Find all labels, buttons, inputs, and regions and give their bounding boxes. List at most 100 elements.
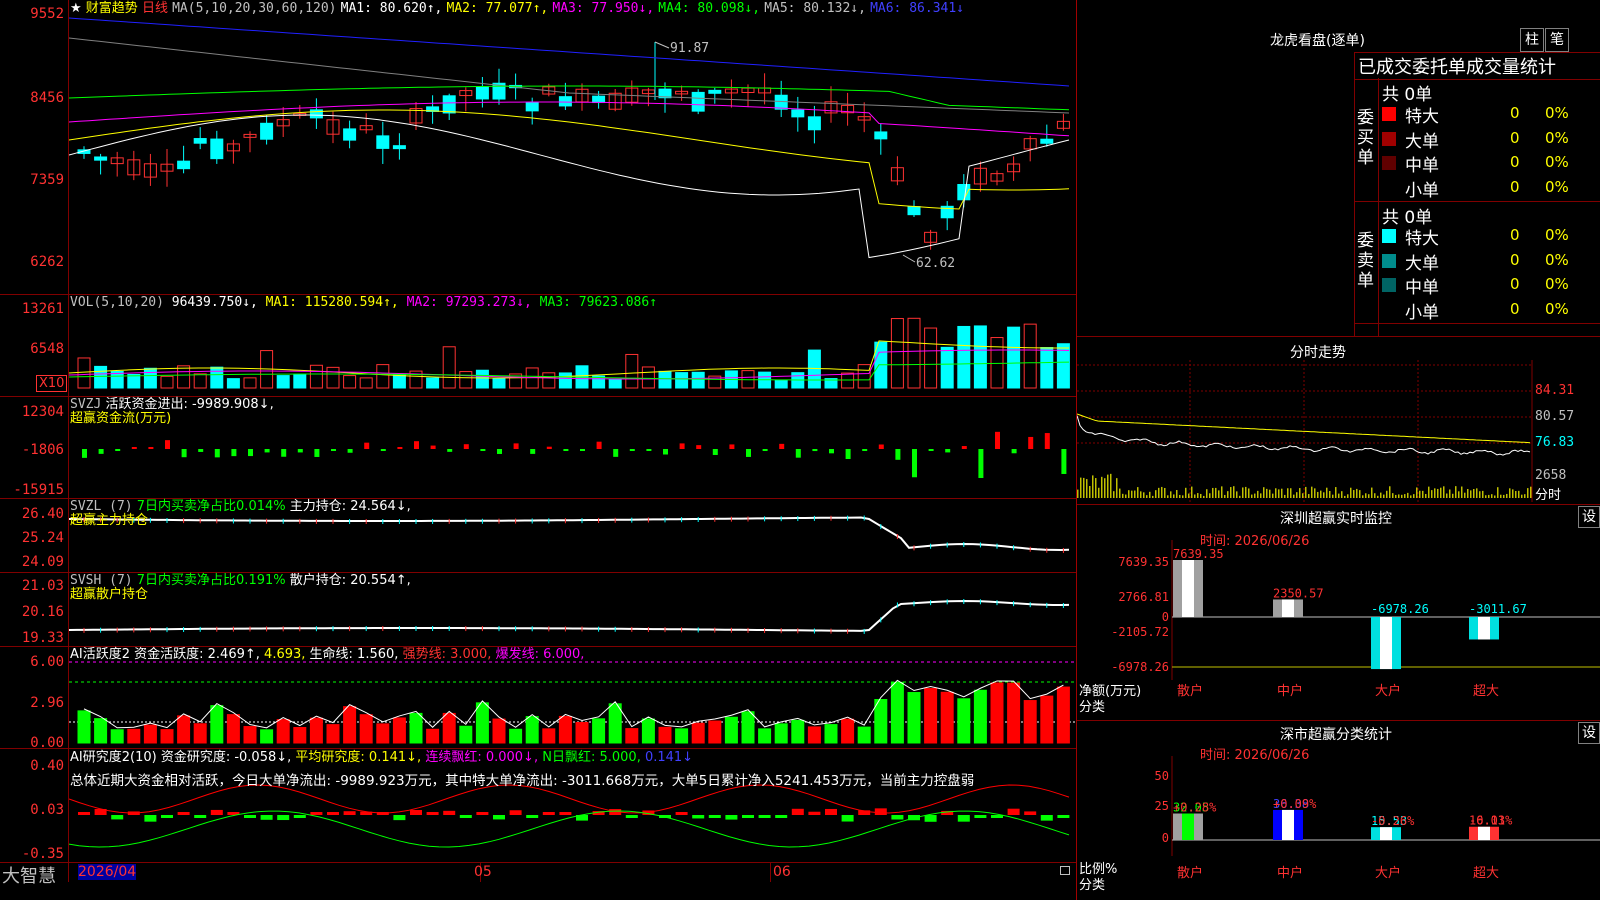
lhb-title: 龙虎看盘(逐单) bbox=[1270, 33, 1365, 49]
activity-bar bbox=[193, 723, 207, 744]
kline-candle bbox=[807, 116, 821, 131]
volume-bar bbox=[426, 377, 440, 389]
fund-flow-bar bbox=[463, 444, 469, 449]
research-line-green bbox=[69, 810, 1070, 848]
research-bar bbox=[277, 815, 290, 821]
activity-bar bbox=[293, 727, 307, 744]
fund-flow-bar bbox=[712, 449, 718, 455]
ai-active-name: AI活跃度2 bbox=[70, 647, 130, 662]
intraday-vol-bar bbox=[1305, 486, 1307, 498]
low-pointer bbox=[902, 254, 916, 263]
high-pointer bbox=[654, 41, 670, 49]
ai-research-desc: 资金研究度: -0.058↓, bbox=[160, 750, 292, 765]
research-bar bbox=[194, 815, 207, 818]
activity-bar bbox=[724, 716, 738, 744]
intraday-vol-bar bbox=[1083, 477, 1085, 498]
intraday-vol-bar bbox=[1356, 488, 1358, 498]
ma2-line bbox=[69, 109, 1070, 210]
intraday-vol-bar bbox=[1158, 487, 1160, 498]
volume-bar bbox=[343, 375, 357, 389]
activity-bar bbox=[260, 729, 274, 744]
intraday-vol-bar bbox=[1527, 488, 1529, 498]
activity-bar bbox=[924, 688, 938, 744]
lhb-sell-swatch-2 bbox=[1382, 278, 1396, 292]
classify-chart[interactable]: 755025032.05+0.28%散户36.38+0.09%中户15.53-0… bbox=[1077, 756, 1600, 900]
research-bar bbox=[891, 815, 904, 820]
kline-chart[interactable] bbox=[69, 0, 1075, 294]
intraday-vol-bar bbox=[1101, 476, 1103, 498]
fund-flow-bar bbox=[629, 449, 635, 451]
ma3-value: MA3: 77.950↓, bbox=[552, 1, 655, 16]
fund-flow-bar bbox=[447, 449, 453, 452]
intraday-vol-bar bbox=[1491, 494, 1493, 498]
fund-flow-bar bbox=[115, 449, 121, 451]
intraday-vol-bar bbox=[1440, 487, 1442, 498]
lhb-sell-name-1: 大单 bbox=[1405, 253, 1439, 274]
research-bar bbox=[874, 808, 887, 815]
app-logo[interactable]: 大智慧 bbox=[2, 862, 56, 888]
research-bar bbox=[742, 815, 754, 818]
fund-flow-bar bbox=[181, 449, 187, 458]
monitor-settings-button[interactable]: 设 bbox=[1578, 506, 1600, 528]
vol-unit-badge[interactable]: X10 bbox=[36, 375, 68, 392]
intraday-vol-bar bbox=[1119, 488, 1121, 498]
kline-candle bbox=[442, 95, 456, 114]
period-label[interactable]: 日线 bbox=[142, 1, 168, 16]
ma6-value: MA6: 86.341↓ bbox=[870, 1, 964, 16]
fund-flow-bar bbox=[795, 449, 801, 458]
lock-icon[interactable] bbox=[1060, 866, 1070, 875]
lhb-bar-button[interactable]: 柱 bbox=[1520, 28, 1544, 52]
intraday-vol-bar bbox=[1413, 494, 1415, 498]
classify-settings-button[interactable]: 设 bbox=[1578, 722, 1600, 744]
intraday-vol-bar bbox=[1335, 487, 1337, 498]
activity-bar bbox=[409, 712, 423, 744]
intraday-vol-bar bbox=[1386, 490, 1388, 498]
kline-y-label-3: 6262 bbox=[30, 254, 64, 270]
svsh-y-label-1: 20.16 bbox=[21, 604, 64, 620]
activity-bar bbox=[957, 698, 971, 744]
fund-flow-bar bbox=[663, 449, 668, 455]
bar-category-2: 大户 bbox=[1375, 865, 1401, 881]
lhb-header: 已成交委托单成交量统计 bbox=[1358, 57, 1556, 78]
monitor-svg: 7639.35 2766.81 0-2105.72 -6978.26 7639.35 散户… bbox=[1111, 540, 1600, 699]
favorite-star-icon[interactable]: ★ bbox=[70, 1, 82, 16]
lhb-tick-button[interactable]: 笔 bbox=[1545, 28, 1569, 52]
research-bar bbox=[675, 812, 688, 815]
research-bar bbox=[260, 815, 273, 820]
fund-flow-bar bbox=[1011, 449, 1017, 454]
bar-highlight-1 bbox=[1282, 809, 1294, 840]
bar-change-0: +0.28% bbox=[1173, 801, 1217, 815]
intraday-vol-bar bbox=[1242, 487, 1244, 498]
monitor-chart[interactable]: 7639.35 2766.81 0 -2105.72 -6978.26 7639.35 散户… bbox=[1077, 540, 1600, 720]
research-bar bbox=[957, 815, 970, 822]
intraday-chart[interactable] bbox=[1077, 360, 1600, 502]
lhb-sell-swatch-0 bbox=[1382, 229, 1396, 243]
intraday-vol-bar bbox=[1086, 479, 1088, 498]
fund-flow-bar bbox=[131, 447, 137, 449]
research-bar bbox=[1024, 811, 1037, 815]
intraday-vol-bar bbox=[1494, 495, 1496, 498]
intraday-vol-bar bbox=[1113, 491, 1115, 498]
intraday-vol-bar bbox=[1473, 489, 1475, 498]
activity-bar bbox=[708, 720, 722, 744]
volume-bar bbox=[243, 377, 257, 389]
intraday-vol-bar bbox=[1311, 486, 1313, 498]
intraday-vol-bar bbox=[1077, 489, 1079, 498]
intraday-vol-bar bbox=[1416, 487, 1418, 498]
intraday-vol-bar bbox=[1296, 492, 1298, 498]
fund-flow-bar bbox=[596, 441, 602, 449]
activity-bar bbox=[774, 723, 788, 744]
lhb-buy-count-2: 0 bbox=[1510, 153, 1520, 171]
intraday-vol-bar bbox=[1347, 494, 1349, 498]
intraday-vol-bar bbox=[1389, 486, 1391, 498]
volume-bar bbox=[143, 367, 157, 389]
research-bar bbox=[177, 812, 190, 815]
svzl-name: SVZL (7) bbox=[70, 499, 133, 514]
research-bar bbox=[78, 812, 90, 815]
intraday-y-label-0: 84.31 bbox=[1535, 383, 1575, 398]
activity-bar bbox=[608, 703, 622, 744]
main-chart-header: ★ 财富趋势 日线 MA(5,10,20,30,60,120) MA1: 80.… bbox=[70, 1, 964, 17]
kline-candle bbox=[475, 86, 489, 100]
intraday-vol-bar bbox=[1140, 491, 1142, 498]
intraday-vol-bar bbox=[1524, 494, 1526, 498]
